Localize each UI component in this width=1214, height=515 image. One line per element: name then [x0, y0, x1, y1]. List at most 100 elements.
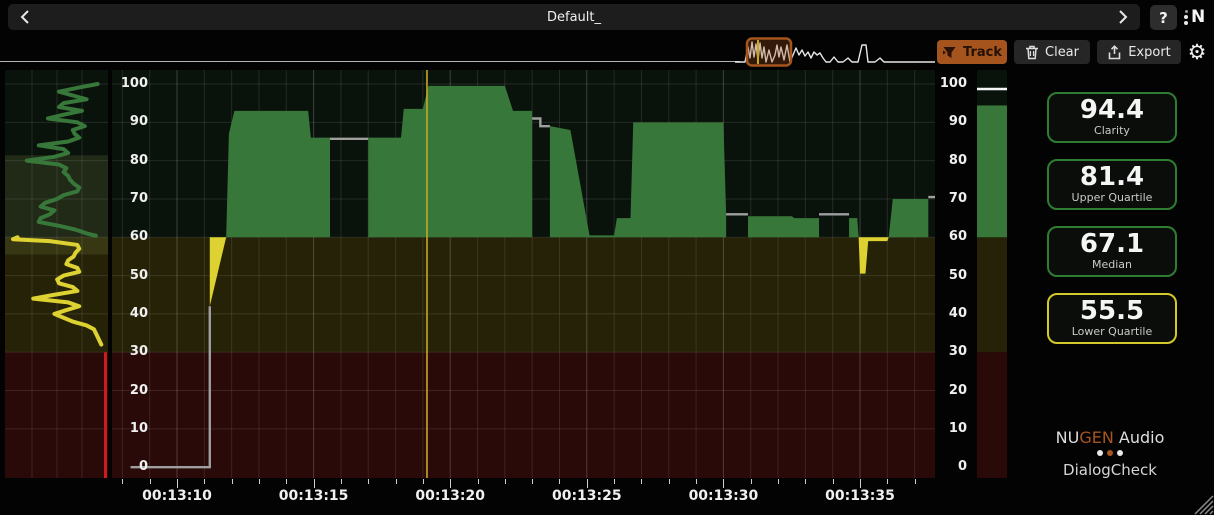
- brand-dots-icon: [1030, 450, 1190, 456]
- y-axis-tick-label: 50: [104, 268, 148, 283]
- median-value: 67.1: [1049, 229, 1175, 259]
- time-tick-label: 00:13:10: [132, 488, 222, 504]
- track-label: Track: [963, 45, 1002, 60]
- y-axis-tick-label: 90: [104, 114, 148, 129]
- y-axis-tick-label: 100: [929, 76, 967, 91]
- y-axis-tick-label: 60: [929, 229, 967, 244]
- time-tick: [122, 479, 123, 484]
- wordmark-nu: NU: [1056, 428, 1080, 447]
- preset-name: Default_: [8, 10, 1140, 25]
- y-axis-tick-label: 30: [929, 344, 967, 359]
- track-toggle-button[interactable]: Track: [937, 40, 1007, 64]
- time-tick: [614, 479, 615, 484]
- export-button[interactable]: Export: [1097, 40, 1181, 64]
- time-tick: [587, 479, 588, 488]
- help-button[interactable]: ?: [1150, 5, 1177, 30]
- nugen-logo-button[interactable]: N: [1184, 5, 1210, 30]
- preset-titlebar: Default_: [8, 4, 1140, 30]
- time-tick-label: 00:13:15: [269, 488, 359, 504]
- clarity-stat-box: 94.4 Clarity: [1047, 92, 1177, 143]
- time-tick: [887, 479, 888, 484]
- time-tick: [232, 479, 233, 484]
- time-tick: [478, 479, 479, 484]
- time-tick-label: 00:13:20: [405, 488, 495, 504]
- lower-quartile-label: Lower Quartile: [1049, 326, 1175, 337]
- y-axis-tick-label: 20: [929, 383, 967, 398]
- y-axis-tick-label: 40: [929, 306, 967, 321]
- product-name: DialogCheck: [1030, 461, 1190, 479]
- y-axis-tick-label: 80: [104, 153, 148, 168]
- upper-quartile-value: 81.4: [1049, 162, 1175, 192]
- time-tick: [696, 479, 697, 484]
- nugen-audio-wordmark: NUGEN Audio: [1030, 428, 1190, 447]
- lower-quartile-stat-box: 55.5 Lower Quartile: [1047, 293, 1177, 344]
- y-axis-tick-label: 100: [104, 76, 148, 91]
- time-tick: [450, 479, 451, 488]
- overview-highlight-region[interactable]: [747, 39, 791, 66]
- median-label: Median: [1049, 259, 1175, 270]
- nugen-n-letter: N: [1191, 5, 1205, 30]
- median-stat-box: 67.1 Median: [1047, 226, 1177, 277]
- time-tick: [723, 479, 724, 488]
- y-axis-tick-label: 90: [929, 114, 967, 129]
- y-axis-tick-label: 20: [104, 383, 148, 398]
- time-tick-label: 00:13:30: [678, 488, 768, 504]
- time-tick: [915, 479, 916, 484]
- time-tick: [286, 479, 287, 484]
- branding-block: NUGEN Audio DialogCheck: [1030, 428, 1190, 479]
- y-axis-labels-right: 1009080706050403020100: [929, 70, 967, 478]
- time-tick: [833, 479, 834, 484]
- y-axis-tick-label: 60: [104, 229, 148, 244]
- dialogcheck-window: Default_ ? N Track Clear Expo: [0, 0, 1214, 515]
- time-tick: [641, 479, 642, 484]
- preset-next-button[interactable]: [1106, 4, 1140, 30]
- export-label: Export: [1128, 45, 1171, 60]
- y-axis-tick-label: 30: [104, 344, 148, 359]
- clarity-timeline-plot[interactable]: [112, 70, 935, 478]
- time-tick: [177, 479, 178, 488]
- y-axis-tick-label: 0: [929, 459, 967, 474]
- time-tick: [259, 479, 260, 484]
- time-tick: [778, 479, 779, 484]
- y-axis-tick-label: 50: [929, 268, 967, 283]
- time-tick: [669, 479, 670, 484]
- lower-quartile-value: 55.5: [1049, 296, 1175, 326]
- time-tick: [805, 479, 806, 484]
- time-tick: [559, 479, 560, 484]
- time-tick: [532, 479, 533, 484]
- chevron-right-icon: [1118, 10, 1128, 24]
- nugen-dots-icon: [1184, 10, 1188, 25]
- time-tick-label: 00:13:35: [815, 488, 905, 504]
- y-axis-labels-left: 1009080706050403020100: [104, 70, 148, 478]
- resize-handle[interactable]: [1186, 487, 1214, 515]
- time-tick: [314, 479, 315, 488]
- upper-quartile-label: Upper Quartile: [1049, 192, 1175, 203]
- time-axis: 00:13:10 00:13:15 00:13:20 00:13:25 00:13:30…: [112, 478, 935, 515]
- settings-gear-icon[interactable]: ⚙: [1184, 39, 1210, 65]
- overview-waveform[interactable]: [735, 37, 935, 67]
- clarity-value: 94.4: [1049, 95, 1175, 125]
- time-tick: [751, 479, 752, 484]
- upper-quartile-stat-box: 81.4 Upper Quartile: [1047, 159, 1177, 210]
- gear-glyph: ⚙: [1188, 40, 1207, 64]
- y-axis-tick-label: 70: [104, 191, 148, 206]
- y-axis-tick-label: 10: [929, 421, 967, 436]
- clarity-meter-bar: [977, 70, 1007, 478]
- y-axis-tick-label: 0: [104, 459, 148, 474]
- export-icon: [1107, 45, 1122, 60]
- y-axis-tick-label: 80: [929, 153, 967, 168]
- help-label: ?: [1159, 9, 1168, 27]
- trash-icon: [1025, 45, 1039, 60]
- time-tick-label: 00:13:25: [542, 488, 632, 504]
- track-icon: [942, 45, 957, 60]
- time-tick: [396, 479, 397, 484]
- clear-button[interactable]: Clear: [1014, 40, 1090, 64]
- clear-label: Clear: [1045, 45, 1079, 60]
- clarity-label: Clarity: [1049, 125, 1175, 136]
- clarity-distribution-panel: [5, 70, 108, 478]
- wordmark-gen: GEN: [1079, 428, 1113, 447]
- time-tick: [341, 479, 342, 484]
- time-tick: [204, 479, 205, 484]
- wordmark-audio: Audio: [1114, 428, 1165, 447]
- overview-baseline: [0, 61, 740, 62]
